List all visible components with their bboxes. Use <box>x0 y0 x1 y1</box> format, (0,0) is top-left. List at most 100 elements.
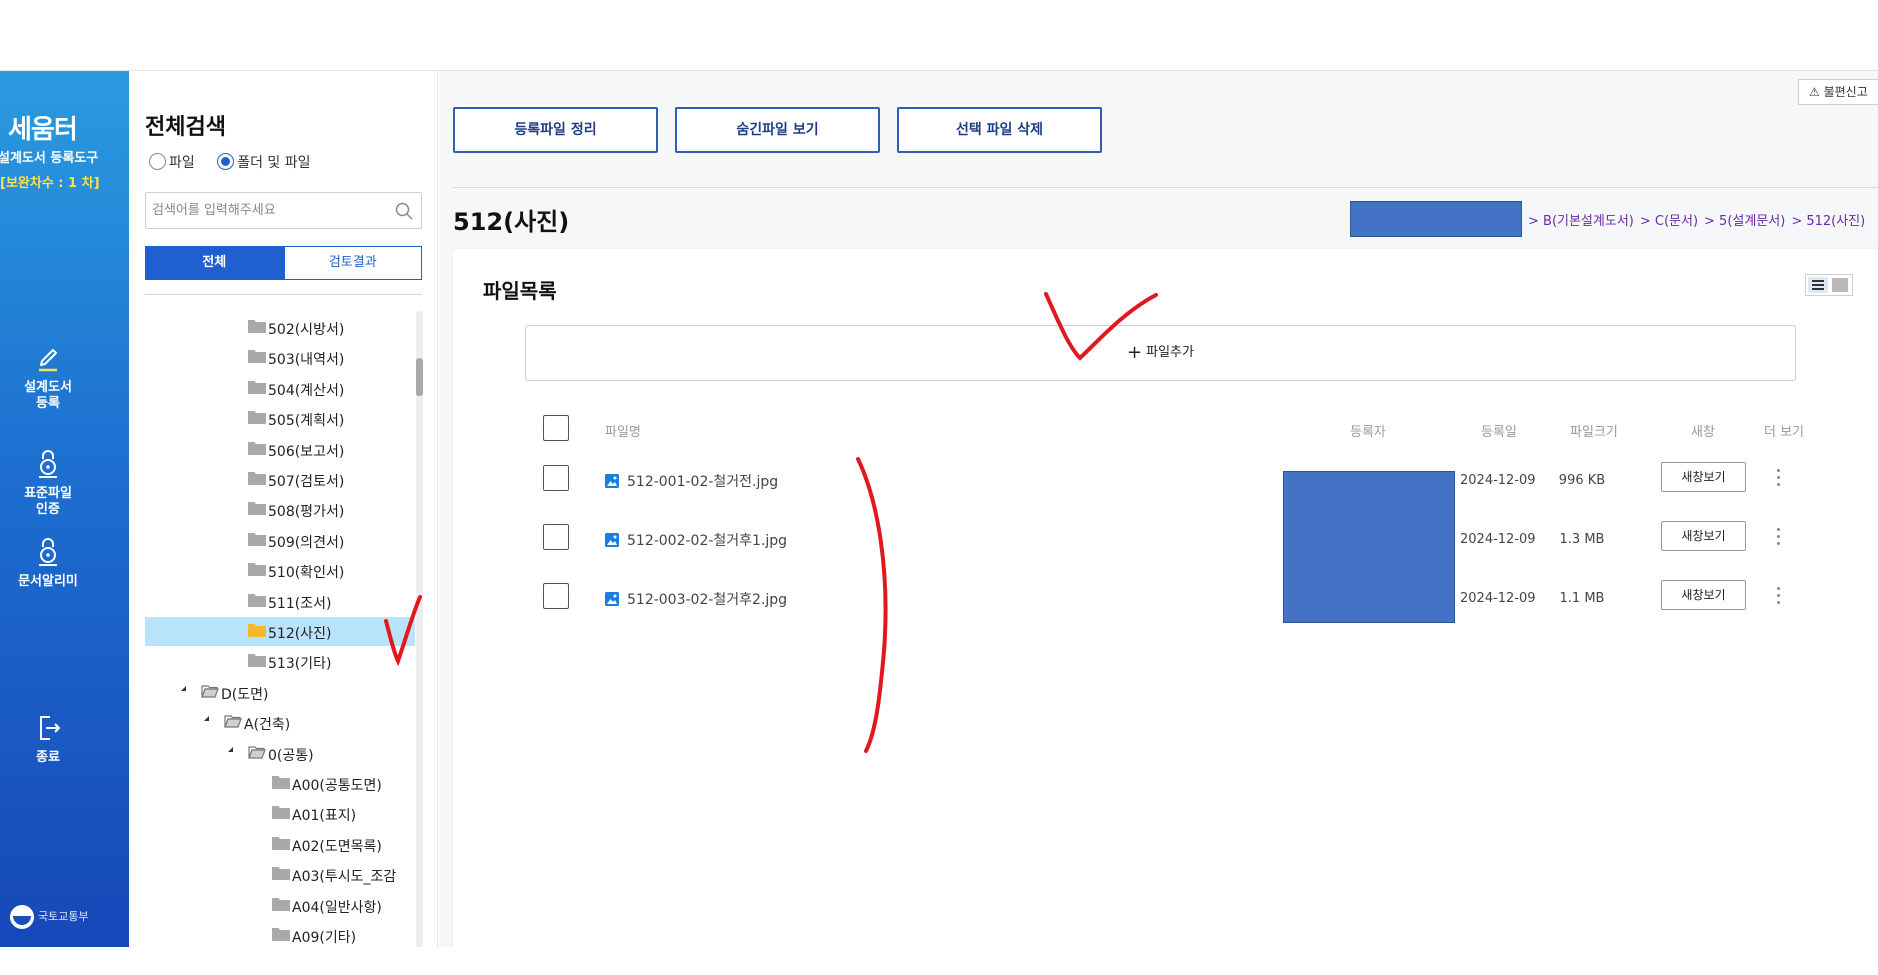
tree-item[interactable]: A02(도면목록) <box>145 830 415 859</box>
tree-item[interactable]: 511(조서) <box>145 587 415 616</box>
radio-folder-and-file-dot[interactable] <box>217 153 235 170</box>
open-new-window-button[interactable]: 새창보기 <box>1661 521 1746 551</box>
tree-item-label: A02(도면목록) <box>292 838 382 855</box>
tree-scrollbar-thumb[interactable] <box>416 358 423 396</box>
ministry-logo: 국토교통부 <box>10 905 89 929</box>
image-file-icon <box>605 592 619 606</box>
tree-item-label: A00(공통도면) <box>292 778 382 794</box>
brand-title: 세움터 <box>8 115 78 145</box>
tree-item[interactable]: 513(기타) <box>145 647 415 676</box>
redacted-area <box>1350 201 1522 237</box>
file-row[interactable]: 512-001-02-철거전.jpg 2024-12-09 996 KB 새창보기 <box>453 457 1878 507</box>
nav-exit[interactable]: 종료 <box>0 711 96 766</box>
open-new-window-button[interactable]: 새창보기 <box>1661 462 1746 492</box>
tree-item-label: 507(검토서) <box>268 474 345 490</box>
tree-item-label: A04(일반사항) <box>292 899 382 916</box>
file-row[interactable]: 512-003-02-철거후2.jpg 2024-12-09 1.1 MB 새창보기 <box>453 575 1878 625</box>
file-date: 2024-12-09 <box>1460 473 1536 488</box>
tree-item-label: 0(공통) <box>268 747 314 764</box>
tree-item[interactable]: A03(투시도_조감 <box>145 860 415 889</box>
folder-icon <box>248 624 266 637</box>
more-options-icon[interactable] <box>1770 463 1786 491</box>
search-icon[interactable] <box>395 202 413 220</box>
folder-icon <box>248 472 266 485</box>
row-checkbox[interactable] <box>543 465 569 491</box>
select-all-checkbox[interactable] <box>543 415 569 441</box>
add-file-button[interactable]: + 파일추가 <box>525 325 1796 381</box>
tree-item[interactable]: A00(공통도면) <box>145 769 415 798</box>
tree-item[interactable]: D(도면) <box>145 678 415 707</box>
organize-files-button[interactable]: 등록파일 정리 <box>453 107 658 153</box>
tree-item[interactable]: 505(계획서) <box>145 404 415 433</box>
delete-selected-button[interactable]: 선택 파일 삭제 <box>897 107 1102 153</box>
tree-item[interactable]: 509(의견서) <box>145 526 415 555</box>
radio-file[interactable]: 파일 <box>149 152 195 172</box>
tree-item-label: 503(내역서) <box>268 352 345 369</box>
radio-folder-and-file[interactable]: 폴더 및 파일 <box>217 152 311 172</box>
folder-tree: 502(시방서) 503(내역서) 504(계산서) 505(계획서) 506(보고서)… <box>145 311 417 947</box>
tree-item[interactable]: A04(일반사항) <box>145 891 415 920</box>
tree-item[interactable]: A01(표지) <box>145 799 415 828</box>
more-options-icon[interactable] <box>1770 522 1786 550</box>
file-name-link[interactable]: 512-003-02-철거후2.jpg <box>605 589 787 609</box>
tree-item-label: 502(시방서) <box>268 322 345 338</box>
folder-icon <box>272 776 290 789</box>
breadcrumb-item[interactable]: > 5(설계문서) <box>1704 210 1785 229</box>
tree-item-label: A03(투시도_조감 <box>292 869 397 886</box>
open-new-window-button[interactable]: 새창보기 <box>1661 580 1746 610</box>
tree-item-label: A(건축) <box>244 717 291 734</box>
tree-item[interactable]: A09(기타) <box>145 921 415 947</box>
tree-item[interactable]: 507(검토서) <box>145 465 415 494</box>
tree-item-label: D(도면) <box>221 686 269 703</box>
file-size: 1.3 MB <box>1559 532 1605 547</box>
expand-caret-icon[interactable] <box>228 746 233 752</box>
list-view-icon[interactable] <box>1808 277 1828 293</box>
folder-icon <box>248 350 266 364</box>
expand-caret-icon[interactable] <box>181 685 186 691</box>
column-header-filename: 파일명 <box>605 425 641 440</box>
tree-item[interactable]: A(건축) <box>145 708 415 737</box>
breadcrumb-item[interactable]: > C(문서) <box>1640 210 1698 229</box>
more-options-icon[interactable] <box>1770 581 1786 609</box>
tree-item[interactable]: 503(내역서) <box>145 343 415 372</box>
file-name-link[interactable]: 512-002-02-철거후1.jpg <box>605 530 787 550</box>
folder-icon <box>248 441 266 455</box>
folder-open-icon <box>201 685 219 698</box>
nav-design-register[interactable]: 설계도서 등록 <box>0 341 96 412</box>
grid-view-icon[interactable] <box>1832 278 1848 292</box>
report-button[interactable]: ⚠ 불편신고 <box>1798 79 1878 105</box>
tree-item-label: A09(기타) <box>292 930 357 946</box>
file-row[interactable]: 512-002-02-철거후1.jpg 2024-12-09 1.3 MB 새창보기 <box>453 516 1878 566</box>
column-header-new-window: 새창 <box>1691 425 1715 440</box>
search-panel-title: 전체검색 <box>145 115 226 140</box>
folder-icon <box>248 411 266 425</box>
nav-standard-file-cert[interactable]: 표준파일 인증 <box>0 447 96 518</box>
tab-all[interactable]: 전체 <box>145 246 284 280</box>
tree-item[interactable]: 504(계산서) <box>145 374 415 403</box>
tree-item-selected[interactable]: 512(사진) <box>145 617 415 646</box>
folder-icon <box>248 593 266 607</box>
show-hidden-files-button[interactable]: 숨긴파일 보기 <box>675 107 880 153</box>
tree-item[interactable]: 0(공통) <box>145 739 415 768</box>
tree-item[interactable]: 508(평가서) <box>145 495 415 524</box>
expand-caret-icon[interactable] <box>204 716 209 722</box>
tab-review-result[interactable]: 검토결과 <box>283 246 422 280</box>
radio-file-dot[interactable] <box>149 153 166 170</box>
main-content: ⚠ 불편신고 등록파일 정리 숨긴파일 보기 선택 파일 삭제 512(사진) … <box>439 71 1878 947</box>
tree-scrollbar[interactable] <box>416 311 423 947</box>
nav-document-notifier[interactable]: 문서알리미 <box>0 535 96 590</box>
row-checkbox[interactable] <box>543 583 569 609</box>
row-checkbox[interactable] <box>543 524 569 550</box>
tree-item-label: 506(보고서) <box>268 443 345 460</box>
tree-item[interactable]: 506(보고서) <box>145 435 415 464</box>
breadcrumb-item[interactable]: > B(기본설계도서) <box>1528 210 1634 229</box>
tree-item[interactable]: 510(확인서) <box>145 556 415 585</box>
folder-icon <box>248 502 266 516</box>
breadcrumb-item[interactable]: > 512(사진) <box>1791 210 1865 229</box>
brand-subtitle: 설계도서 등록도구 <box>0 151 99 166</box>
plus-icon: + <box>1127 342 1143 363</box>
folder-open-icon <box>248 745 266 759</box>
search-input[interactable] <box>146 193 376 228</box>
tree-item[interactable]: 502(시방서) <box>145 313 415 342</box>
file-name-link[interactable]: 512-001-02-철거전.jpg <box>605 471 778 491</box>
